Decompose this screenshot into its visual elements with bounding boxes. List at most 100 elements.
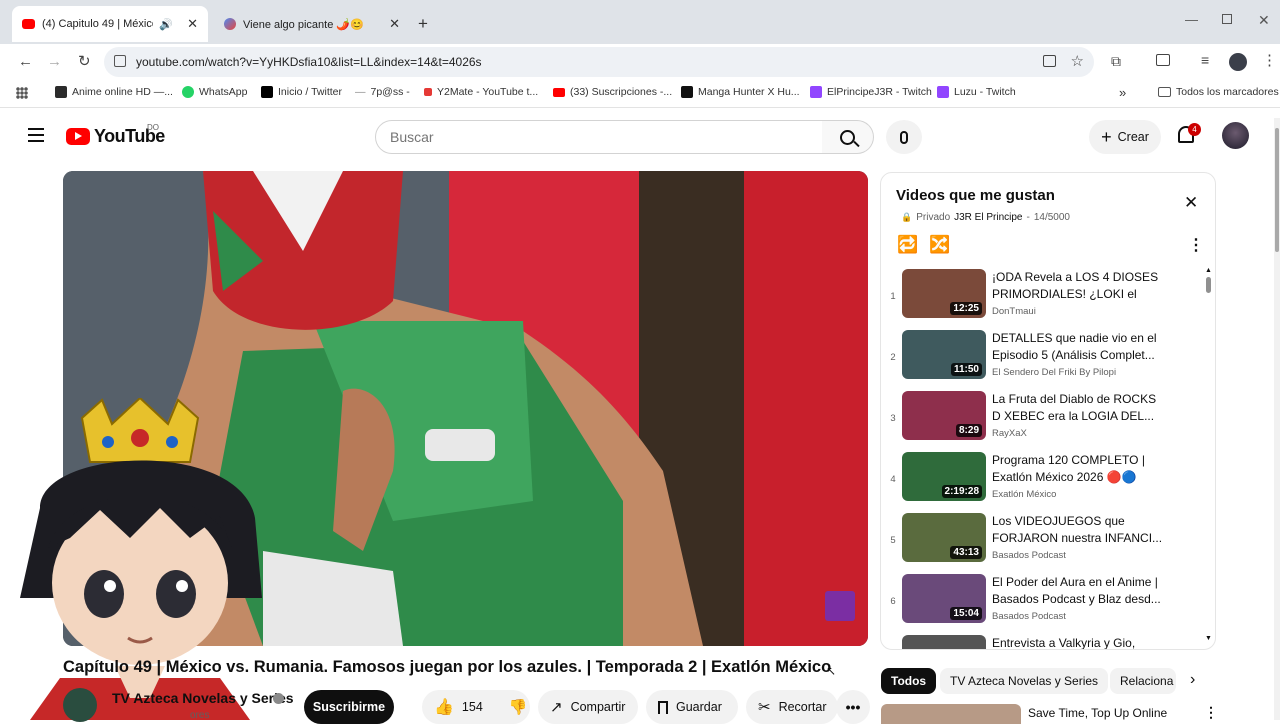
video-thumbnail[interactable]: 12:25 <box>902 269 986 318</box>
video-thumbnail[interactable]: 2:19:28 <box>902 452 986 501</box>
list-item[interactable]: Entrevista a Valkyria y Gio, del... <box>881 635 1201 649</box>
recommended-more-icon[interactable]: ⋮ <box>1204 704 1218 721</box>
item-index: 6 <box>890 596 896 607</box>
duration-badge: 15:04 <box>950 607 982 620</box>
like-dislike-group: 👍 154 👎 <box>422 690 530 724</box>
star-icon[interactable]: ☆ <box>1071 52 1084 70</box>
bookmark-anime[interactable]: Anime online HD —... <box>55 86 173 98</box>
chip-channel[interactable]: TV Azteca Novelas y Series <box>940 668 1109 694</box>
video-thumbnail[interactable] <box>902 635 986 649</box>
clip-button[interactable]: ✂ Recortar <box>746 690 838 724</box>
install-icon[interactable] <box>1043 55 1056 67</box>
video-thumbnail[interactable]: 15:04 <box>902 574 986 623</box>
item-title[interactable]: La Fruta del Diablo de ROCKS D XEBEC era… <box>992 391 1164 425</box>
hamburger-menu-icon[interactable] <box>28 128 44 142</box>
playlist-position: 14/5000 <box>1033 212 1070 223</box>
item-title[interactable]: El Poder del Aura en el Anime | Basados … <box>992 574 1164 608</box>
close-playlist-icon[interactable]: ✕ <box>1184 193 1198 213</box>
close-tab-icon[interactable]: ✕ <box>187 16 198 32</box>
bookmark-twitch-principe[interactable]: ElPrincipeJ3R - Twitch <box>810 86 932 98</box>
tab-youtube-video[interactable]: (4) Capitulo 49 | México vs. 🔊 ✕ <box>12 6 208 42</box>
scroll-down-icon[interactable]: ▼ <box>1205 635 1212 642</box>
item-title[interactable]: Programa 120 COMPLETO | Exatlón México 2… <box>992 452 1164 486</box>
item-channel: Exatlón México <box>992 489 1057 500</box>
loop-icon[interactable]: 🔁 <box>897 235 918 255</box>
minimize-icon[interactable]: — <box>1185 12 1198 27</box>
chip-all[interactable]: Todos <box>881 668 937 694</box>
tab-favicon-icon <box>224 18 236 30</box>
close-tab-icon[interactable]: ✕ <box>389 16 400 32</box>
split-icon[interactable] <box>1156 54 1170 66</box>
microphone-icon <box>900 130 908 144</box>
bookmark-y2mate[interactable]: Y2Mate - YouTube t... <box>424 86 538 98</box>
country-code: DO <box>147 123 159 132</box>
shuffle-icon[interactable]: 🔀 <box>929 235 950 255</box>
item-title[interactable]: DETALLES que nadie vio en el Episodio 5 … <box>992 330 1164 364</box>
item-title[interactable]: ¡ODA Revela a LOS 4 DIOSES PRIMORDIALES!… <box>992 269 1164 303</box>
chip-related[interactable]: Relaciona <box>1110 668 1176 694</box>
url-bar[interactable]: youtube.com/watch?v=YyHKDsfia10&list=LL&… <box>104 47 1094 77</box>
close-window-icon[interactable]: ✕ <box>1258 12 1270 29</box>
avatar[interactable] <box>1222 122 1249 149</box>
back-icon[interactable]: ← <box>18 53 33 70</box>
save-button[interactable]: Guardar <box>646 690 738 724</box>
subscribe-button[interactable]: Suscribirme <box>304 690 394 724</box>
playlist-owner[interactable]: J3R El Principe <box>954 212 1022 223</box>
bookmark-manga[interactable]: Manga Hunter X Hu... <box>681 86 800 98</box>
share-button[interactable]: ↗ Compartir <box>538 690 638 724</box>
item-title[interactable]: Entrevista a Valkyria y Gio, del... <box>992 635 1164 649</box>
bookmark-twitch-luzu[interactable]: Luzu - Twitch <box>937 86 1016 98</box>
list-item[interactable]: 2 11:50 DETALLES que nadie vio en el Epi… <box>881 330 1201 388</box>
voice-search-button[interactable] <box>886 120 922 154</box>
recommended-title[interactable]: Save Time, Top Up Online <box>1028 706 1167 720</box>
channel-name[interactable]: TV Azteca Novelas y Series <box>112 690 294 706</box>
more-icon[interactable]: ⋮ <box>1262 51 1277 69</box>
audio-playing-icon[interactable]: 🔊 <box>159 18 173 31</box>
thumbs-down-icon[interactable]: 👎 <box>509 698 528 716</box>
create-button[interactable]: + Crear <box>1089 120 1161 154</box>
list-item[interactable]: 1 12:25 ¡ODA Revela a LOS 4 DIOSES PRIMO… <box>881 269 1201 327</box>
new-tab-button[interactable]: + <box>418 14 428 34</box>
page-scrollbar-thumb[interactable] <box>1275 128 1279 252</box>
playlist-meta: 🔒 Privado J3R El Principe - 14/5000 <box>901 212 1070 223</box>
scissors-icon: ✂ <box>758 699 771 716</box>
bookmark-whatsapp[interactable]: WhatsApp <box>182 86 247 98</box>
share-label: Compartir <box>570 700 626 714</box>
bookmark-twitter[interactable]: Inicio / Twitter <box>261 86 342 98</box>
reload-icon[interactable]: ↻ <box>78 52 91 70</box>
profile-icon[interactable] <box>1229 53 1247 71</box>
video-thumbnail[interactable]: 8:29 <box>902 391 986 440</box>
search-input[interactable]: Buscar <box>375 120 823 154</box>
bookmark-7pass[interactable]: — 7p@ss - <box>355 86 410 98</box>
bookmarks-bar: Anime online HD —... WhatsApp Inicio / T… <box>0 80 1280 108</box>
more-bookmarks-icon[interactable]: » <box>1119 85 1126 100</box>
site-info-icon[interactable] <box>114 55 126 67</box>
search-button[interactable] <box>822 120 874 154</box>
video-thumbnail[interactable]: 11:50 <box>902 330 986 379</box>
extensions-icon[interactable]: ⧉ <box>1111 53 1121 70</box>
apps-icon[interactable] <box>16 87 28 99</box>
list-item[interactable]: 3 8:29 La Fruta del Diablo de ROCKS D XE… <box>881 391 1201 449</box>
channel-avatar[interactable] <box>63 688 97 722</box>
media-icon[interactable]: ≡ <box>1201 52 1209 68</box>
like-button[interactable]: 👍 154 <box>434 697 483 717</box>
maximize-icon[interactable] <box>1222 14 1232 24</box>
list-item[interactable]: 6 15:04 El Poder del Aura en el Anime | … <box>881 574 1201 632</box>
item-title[interactable]: Los VIDEOJUEGOS que FORJARON nuestra INF… <box>992 513 1164 547</box>
chevron-right-icon[interactable]: › <box>1190 671 1195 689</box>
scroll-up-icon[interactable]: ▲ <box>1205 267 1212 274</box>
video-thumbnail[interactable]: 43:13 <box>902 513 986 562</box>
bookmark-subscriptions[interactable]: (33) Suscripciones -... <box>553 86 672 98</box>
playlist-scrollbar[interactable] <box>1206 277 1211 293</box>
bookmark-label: Inicio / Twitter <box>278 86 342 98</box>
more-actions-button[interactable]: ••• <box>836 690 870 724</box>
tab-second[interactable]: Viene algo picante 🌶️😊 ✕ <box>214 6 410 42</box>
playlist-more-icon[interactable]: ⋮ <box>1188 235 1204 255</box>
list-item[interactable]: 5 43:13 Los VIDEOJUEGOS que FORJARON nue… <box>881 513 1201 571</box>
duration-badge: 43:13 <box>950 546 982 559</box>
playlist-privacy: Privado <box>916 212 951 223</box>
recommended-thumbnail[interactable] <box>881 704 1021 724</box>
all-bookmarks[interactable]: Todos los marcadores <box>1158 86 1279 98</box>
forward-icon[interactable]: → <box>47 53 62 70</box>
list-item[interactable]: 4 2:19:28 Programa 120 COMPLETO | Exatló… <box>881 452 1201 510</box>
